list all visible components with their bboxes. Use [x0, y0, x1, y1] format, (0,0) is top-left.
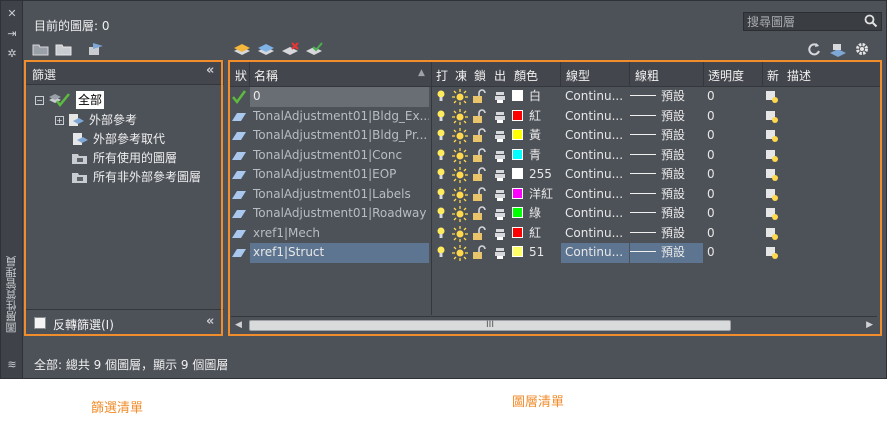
layer-states-manager-icon[interactable]	[87, 41, 105, 57]
filter-list-caption: 篩選清單	[91, 401, 144, 416]
autohide-icon[interactable]: ⇥	[5, 27, 19, 41]
new-layer-icon[interactable]	[233, 41, 251, 57]
refresh-icon[interactable]	[805, 41, 823, 57]
delete-layer-icon[interactable]	[281, 41, 299, 57]
layer-search-input[interactable]	[744, 13, 859, 30]
palette-sidebar: ✕ ⇥ ✲ 圖層性質管理員 ≋	[1, 1, 23, 378]
layers-stack-icon: ≋	[7, 358, 17, 371]
current-layer-label: 目前的圖層: 0	[34, 19, 110, 33]
layer-settings-icon[interactable]	[829, 41, 847, 57]
close-icon[interactable]: ✕	[5, 7, 19, 21]
palette-title: 圖層性質管理員	[5, 256, 18, 333]
layer-list-caption: 圖層清單	[512, 395, 565, 410]
new-property-filter-icon[interactable]	[32, 41, 50, 57]
search-icon[interactable]	[864, 14, 878, 28]
new-layer-vp-frozen-icon[interactable]	[257, 41, 275, 57]
status-bar: 全部: 總共 9 個圖層，顯示 9 個圖層	[34, 358, 229, 372]
new-group-filter-icon[interactable]	[55, 41, 73, 57]
layer-list-highlight	[228, 60, 882, 336]
properties-gear-icon[interactable]: ✲	[5, 47, 19, 61]
filter-list-highlight	[24, 60, 223, 336]
layer-search-field[interactable]	[743, 12, 882, 31]
settings-gear-icon[interactable]	[853, 41, 871, 57]
set-current-icon[interactable]	[305, 41, 323, 57]
